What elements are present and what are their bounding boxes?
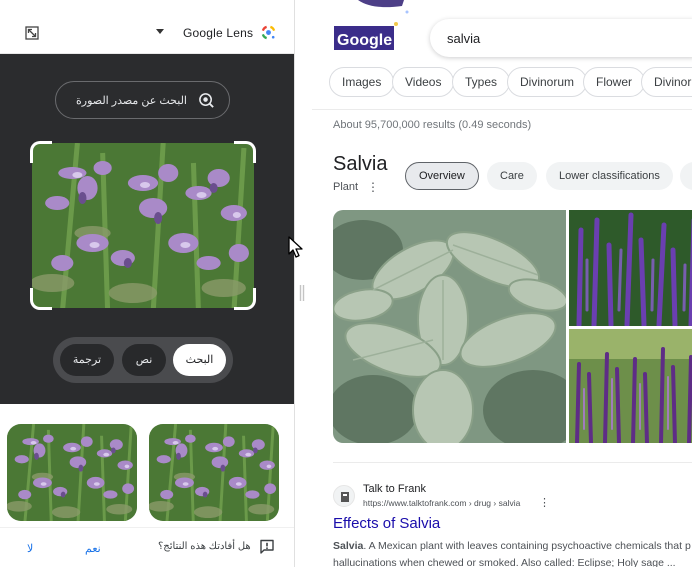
mode-translate-button[interactable]: ترجمة — [60, 344, 114, 376]
mode-text-button[interactable]: نص — [122, 344, 166, 376]
divider — [0, 527, 294, 528]
divider — [333, 462, 692, 463]
lens-mode-switcher: ترجمة نص البحث — [53, 337, 233, 383]
find-image-source-button[interactable]: البحث عن مصدر الصورة — [55, 81, 230, 119]
more-vert-icon[interactable]: ⋮ — [367, 180, 379, 194]
filter-chip-divinorum-2[interactable]: Divinorum — [641, 67, 692, 97]
salvia-flowers-image[interactable] — [569, 210, 692, 326]
doodle-text: Google — [337, 32, 392, 49]
result-site-url[interactable]: https://www.talktofrank.com › drug › sal… — [363, 498, 520, 508]
filter-chip-types[interactable]: Types — [452, 67, 511, 97]
google-doodle-logo[interactable]: Google — [332, 0, 418, 58]
filter-chip-videos[interactable]: Videos — [392, 67, 455, 97]
crop-handle-top-right[interactable] — [234, 141, 256, 163]
visual-match-thumbnail[interactable] — [7, 424, 137, 521]
search-input[interactable] — [447, 29, 687, 47]
result-snippet: Salvia. A Mexican plant with leaves cont… — [333, 538, 692, 567]
result-more-vert-icon[interactable]: ⋮ — [539, 496, 550, 509]
mouse-cursor-icon — [288, 236, 303, 258]
salvia-leaves-image[interactable] — [333, 210, 566, 443]
crop-selection[interactable] — [30, 141, 256, 310]
filter-chip-images[interactable]: Images — [329, 67, 395, 97]
site-favicon — [333, 485, 355, 507]
kp-tab-lower-classifications[interactable]: Lower classifications — [546, 162, 673, 190]
lens-title: Google Lens — [183, 26, 254, 40]
kp-tab-care[interactable]: Care — [487, 162, 537, 190]
google-lens-icon — [261, 25, 276, 40]
filter-chip-flower[interactable]: Flower — [583, 67, 646, 97]
kp-tab-overview[interactable]: Overview — [405, 162, 479, 190]
feedback-icon[interactable] — [259, 539, 275, 554]
result-title-link[interactable]: Effects of Salvia — [333, 515, 440, 532]
feedback-question: هل أفادتك هذه النتائج؟ — [158, 541, 251, 552]
mode-search-button[interactable]: البحث — [173, 344, 226, 376]
knowledge-panel-subtitle: Plant — [333, 181, 359, 193]
snippet-line-1: . A Mexican plant with leaves containing… — [363, 540, 691, 552]
result-stats: About 95,700,000 results (0.49 seconds) — [333, 119, 532, 131]
kp-tab-more[interactable] — [680, 162, 692, 190]
drag-handle-icon[interactable] — [299, 285, 305, 301]
lens-header: Google Lens — [0, 0, 294, 54]
find-image-source-label: البحث عن مصدر الصورة — [76, 95, 187, 107]
snippet-bold-term: Salvia — [333, 540, 364, 552]
salvia-field-image[interactable] — [569, 329, 692, 443]
snippet-line-2: hallucinations when chewed or smoked. Al… — [333, 557, 676, 567]
lens-visual-matches: لا نعم هل أفادتك هذه النتائج؟ — [0, 404, 294, 567]
crop-handle-bottom-right[interactable] — [234, 288, 256, 310]
crop-handle-bottom-left[interactable] — [30, 288, 52, 310]
feedback-no-button[interactable]: لا — [27, 542, 33, 555]
lens-side-panel: Google Lens البحث عن مصدر الصورة ترجمة ن… — [0, 0, 295, 567]
filter-chip-divinorum[interactable]: Divinorum — [507, 67, 588, 97]
search-box[interactable] — [430, 19, 692, 57]
result-site-name[interactable]: Talk to Frank — [363, 483, 426, 495]
visual-match-thumbnail[interactable] — [149, 424, 279, 521]
chevron-down-icon[interactable] — [156, 29, 164, 34]
feedback-yes-button[interactable]: نعم — [85, 542, 101, 555]
crop-handle-top-left[interactable] — [30, 141, 52, 163]
expand-icon[interactable] — [25, 26, 39, 40]
search-results-page: Google Images Videos Types Divinorum Flo… — [312, 0, 692, 567]
knowledge-panel-title: Salvia — [333, 153, 388, 175]
selected-image — [32, 143, 254, 308]
lens-image-viewer: البحث عن مصدر الصورة ترجمة نص البحث — [0, 54, 294, 404]
image-source-search-icon — [199, 93, 214, 108]
